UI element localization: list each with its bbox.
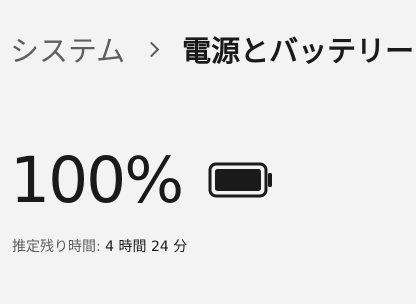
- chevron-right-icon: [143, 41, 160, 57]
- page-title: 電源とバッテリー: [182, 34, 415, 68]
- estimate-value: 4 時間 24 分: [105, 239, 188, 255]
- breadcrumb-system-link[interactable]: システム: [10, 28, 125, 70]
- battery-full-icon: [208, 162, 273, 198]
- battery-status: 100%: [10, 141, 274, 219]
- estimated-time-remaining: 推定残り時間: 4 時間 24 分: [12, 236, 187, 256]
- estimate-label: 推定残り時間:: [12, 239, 101, 255]
- breadcrumb: システム 電源とバッテリー: [10, 27, 414, 71]
- battery-percentage: 100%: [10, 143, 184, 217]
